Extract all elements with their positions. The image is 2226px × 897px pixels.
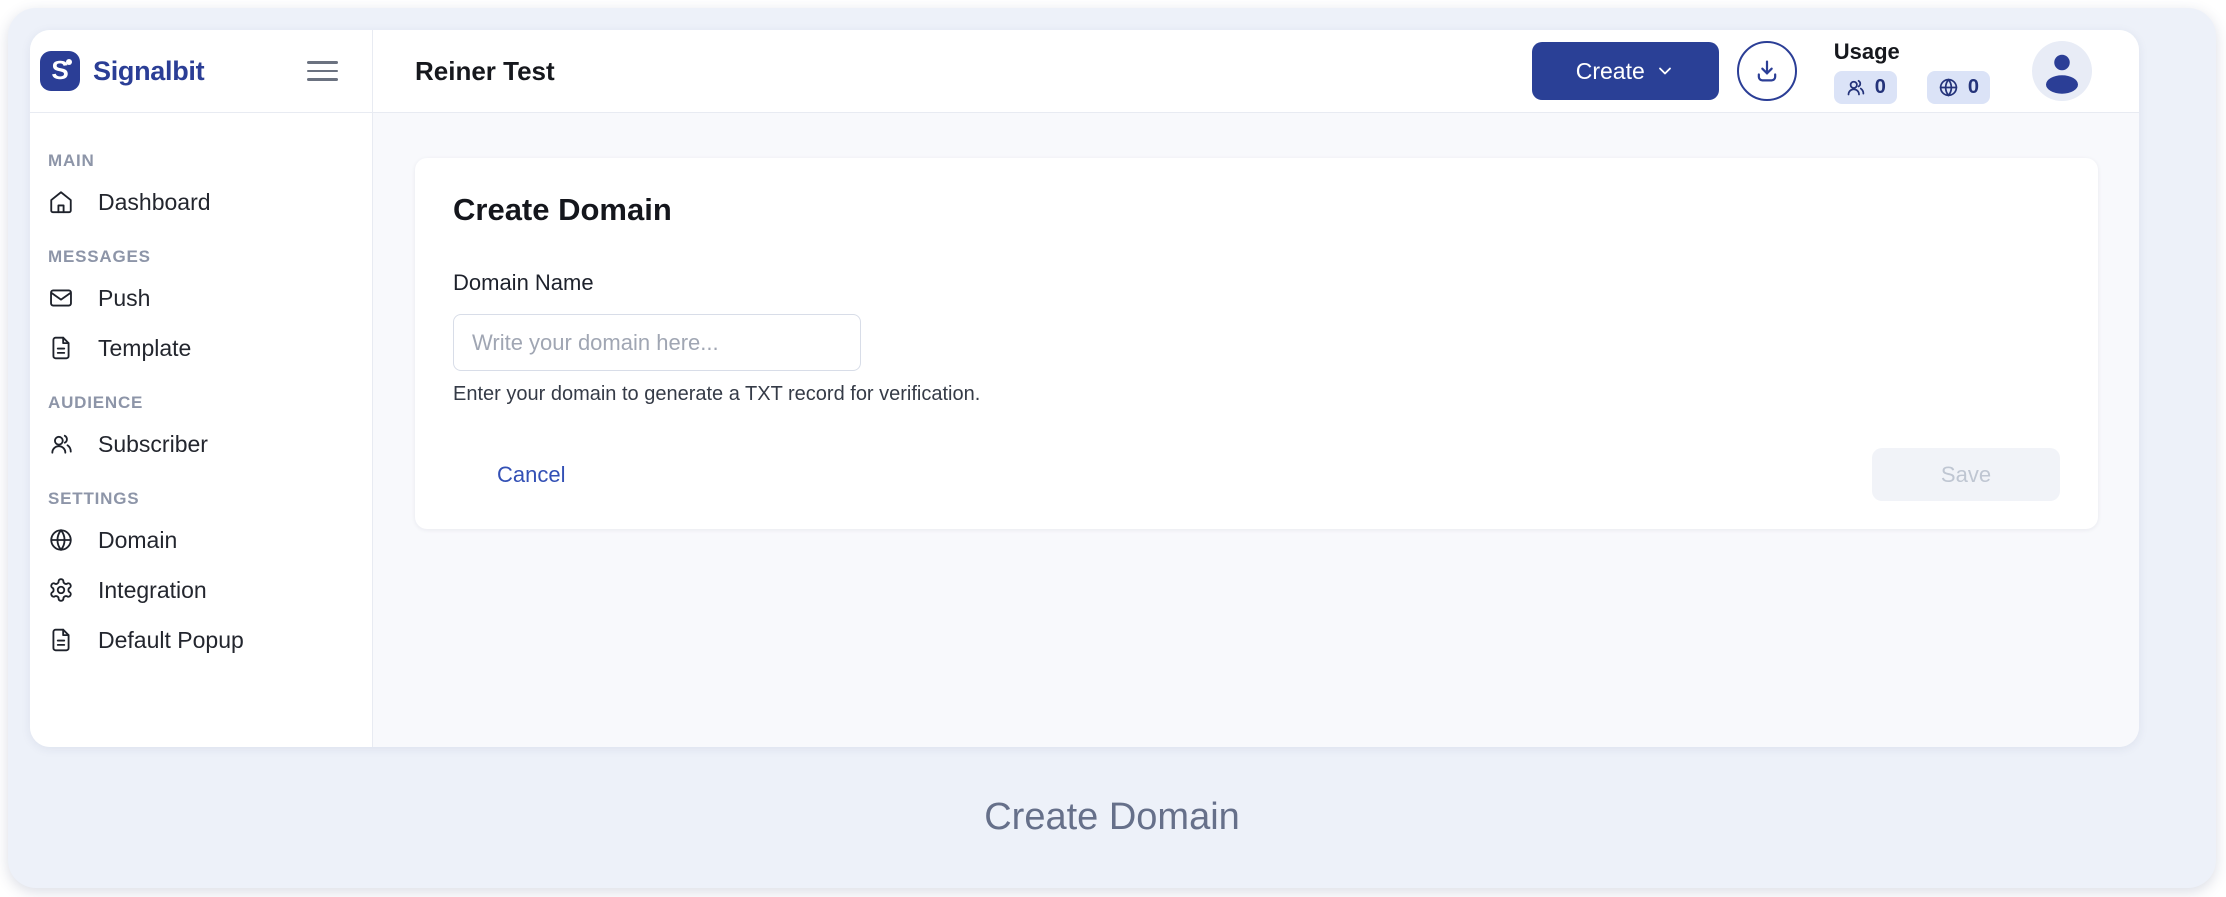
globe-icon [1939, 78, 1958, 96]
section-label-main: MAIN [48, 151, 95, 170]
gear-icon [48, 577, 74, 603]
header: Reiner Test Create Usage 0 0 [373, 30, 2139, 113]
users-icon [1847, 79, 1864, 95]
avatar-person-icon [2046, 54, 2078, 94]
domain-input[interactable] [453, 314, 861, 371]
card-title: Create Domain [453, 192, 672, 227]
create-domain-card: Create Domain Domain Name Enter your dom… [415, 158, 2098, 529]
section-label-messages: MESSAGES [48, 247, 151, 266]
globe-icon [48, 527, 74, 553]
sidebar-item-integration[interactable]: Integration [42, 567, 360, 613]
usage-panel: Usage 0 0 [1833, 38, 1990, 104]
file-text-icon [48, 627, 74, 653]
sidebar-item-label: Push [98, 284, 151, 311]
domain-name-label: Domain Name [453, 270, 594, 295]
home-icon [48, 189, 74, 215]
section-label-audience: AUDIENCE [48, 393, 144, 412]
outer-frame: S Signalbit Reiner Test Create Usage 0 0… [8, 8, 2216, 888]
header-actions: Create Usage 0 0 [1531, 38, 2092, 104]
sidebar-item-dashboard[interactable]: Dashboard [42, 179, 360, 225]
brand-name: Signalbit [93, 55, 205, 86]
cancel-button[interactable]: Cancel [497, 462, 565, 488]
app-window: S Signalbit Reiner Test Create Usage 0 0… [30, 30, 2139, 747]
brand: S Signalbit [40, 51, 205, 91]
create-button[interactable]: Create [1531, 42, 1719, 100]
sidebar-item-template[interactable]: Template [42, 325, 360, 371]
sidebar-item-default-popup[interactable]: Default Popup [42, 617, 360, 663]
sidebar-item-label: Dashboard [98, 188, 211, 215]
create-button-label: Create [1575, 57, 1645, 84]
avatar[interactable] [2032, 41, 2092, 101]
usage-label: Usage [1833, 38, 1900, 64]
content-area: Create Domain Domain Name Enter your dom… [373, 113, 2139, 747]
sidebar-logo-row: S Signalbit [30, 30, 373, 113]
users-icon [48, 431, 74, 457]
subscriber-count: 0 [1874, 75, 1886, 98]
save-button[interactable]: Save [1872, 448, 2060, 501]
footer-band: Create Domain [8, 747, 2216, 888]
sidebar-item-push[interactable]: Push [42, 275, 360, 321]
file-text-icon [48, 335, 74, 361]
signalbit-logo-icon: S [40, 51, 80, 91]
download-icon [1757, 60, 1777, 82]
sidebar: MAIN Dashboard MESSAGES Push Template AU… [30, 113, 373, 747]
sidebar-item-label: Integration [98, 576, 207, 603]
sidebar-item-label: Subscriber [98, 430, 208, 457]
section-label-settings: SETTINGS [48, 489, 140, 508]
chevron-down-icon [1658, 67, 1671, 75]
helper-text: Enter your domain to generate a TXT reco… [453, 383, 981, 405]
domain-usage-badge: 0 [1926, 70, 1990, 104]
page-title: Reiner Test [415, 55, 555, 86]
domain-count: 0 [1967, 75, 1979, 98]
sidebar-item-domain[interactable]: Domain [42, 517, 360, 563]
sidebar-item-label: Domain [98, 526, 178, 553]
card-footer: Cancel Save [453, 448, 2060, 501]
sidebar-item-label: Template [98, 334, 192, 361]
mail-icon [48, 285, 74, 311]
footer-page-title: Create Domain [984, 796, 1240, 838]
sidebar-item-subscriber[interactable]: Subscriber [42, 421, 360, 467]
download-button[interactable] [1736, 41, 1797, 101]
sidebar-item-label: Default Popup [98, 626, 244, 653]
hamburger-menu-icon[interactable] [307, 61, 338, 81]
subscriber-usage-badge: 0 [1833, 70, 1897, 104]
